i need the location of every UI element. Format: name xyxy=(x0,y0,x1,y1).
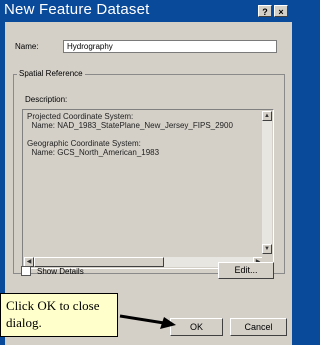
scroll-down-icon[interactable]: ▼ xyxy=(262,244,272,254)
show-details-checkbox[interactable] xyxy=(21,266,31,276)
horizontal-scroll-thumb[interactable] xyxy=(34,257,164,267)
description-box[interactable]: Projected Coordinate System: Name: NAD_1… xyxy=(22,109,274,269)
help-button[interactable]: ? xyxy=(258,5,272,17)
description-text: Projected Coordinate System: Name: NAD_1… xyxy=(27,112,233,157)
window-title: New Feature Dataset xyxy=(4,1,150,18)
show-details-label: Show Details xyxy=(37,267,84,276)
description-label: Description: xyxy=(25,95,68,104)
cancel-button[interactable]: Cancel xyxy=(230,318,287,336)
close-button[interactable]: × xyxy=(274,5,288,17)
dialog-window: New Feature Dataset ? × Name: Hydrograph… xyxy=(0,0,297,345)
instruction-callout: Click OK to close dialog. xyxy=(0,293,118,337)
scroll-up-icon[interactable]: ▲ xyxy=(262,111,272,121)
name-input[interactable]: Hydrography xyxy=(63,40,277,53)
title-bar[interactable]: New Feature Dataset ? × xyxy=(0,0,297,22)
arrow-icon xyxy=(119,314,176,329)
spatial-reference-label: Spatial Reference xyxy=(17,69,85,78)
vertical-scrollbar[interactable]: ▲ ▼ xyxy=(262,111,272,254)
name-label: Name: xyxy=(15,42,39,51)
edit-button[interactable]: Edit... xyxy=(218,262,274,279)
